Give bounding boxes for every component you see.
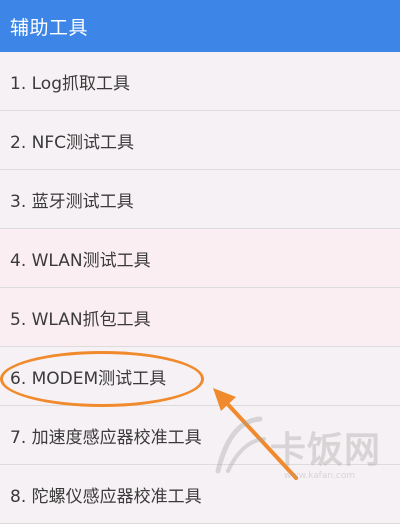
list-item-wlan-test[interactable]: 4. WLAN测试工具 [0, 229, 400, 288]
list-item-nfc-test[interactable]: 2. NFC测试工具 [0, 111, 400, 170]
list-item-wlan-capture[interactable]: 5. WLAN抓包工具 [0, 288, 400, 347]
list-item-label: 7. 加速度感应器校准工具 [10, 427, 202, 448]
list-item-label: 2. NFC测试工具 [10, 132, 134, 153]
list-item-log-capture[interactable]: 1. Log抓取工具 [0, 52, 400, 111]
list-item-label: 4. WLAN测试工具 [10, 250, 151, 271]
list-item-label: 6. MODEM测试工具 [10, 368, 167, 389]
page-title: 辅助工具 [10, 16, 89, 39]
list-item-accelerometer-calibration[interactable]: 7. 加速度感应器校准工具 [0, 406, 400, 465]
app-bar: 辅助工具 [0, 0, 400, 52]
list-item-modem-test[interactable]: 6. MODEM测试工具 [0, 347, 400, 406]
list-item-label: 1. Log抓取工具 [10, 73, 130, 94]
list-item-bluetooth-test[interactable]: 3. 蓝牙测试工具 [0, 170, 400, 229]
tool-list: 1. Log抓取工具 2. NFC测试工具 3. 蓝牙测试工具 4. WLAN测… [0, 52, 400, 524]
list-item-label: 3. 蓝牙测试工具 [10, 191, 134, 212]
list-item-label: 5. WLAN抓包工具 [10, 309, 151, 330]
list-item-label: 8. 陀螺仪感应器校准工具 [10, 486, 202, 507]
